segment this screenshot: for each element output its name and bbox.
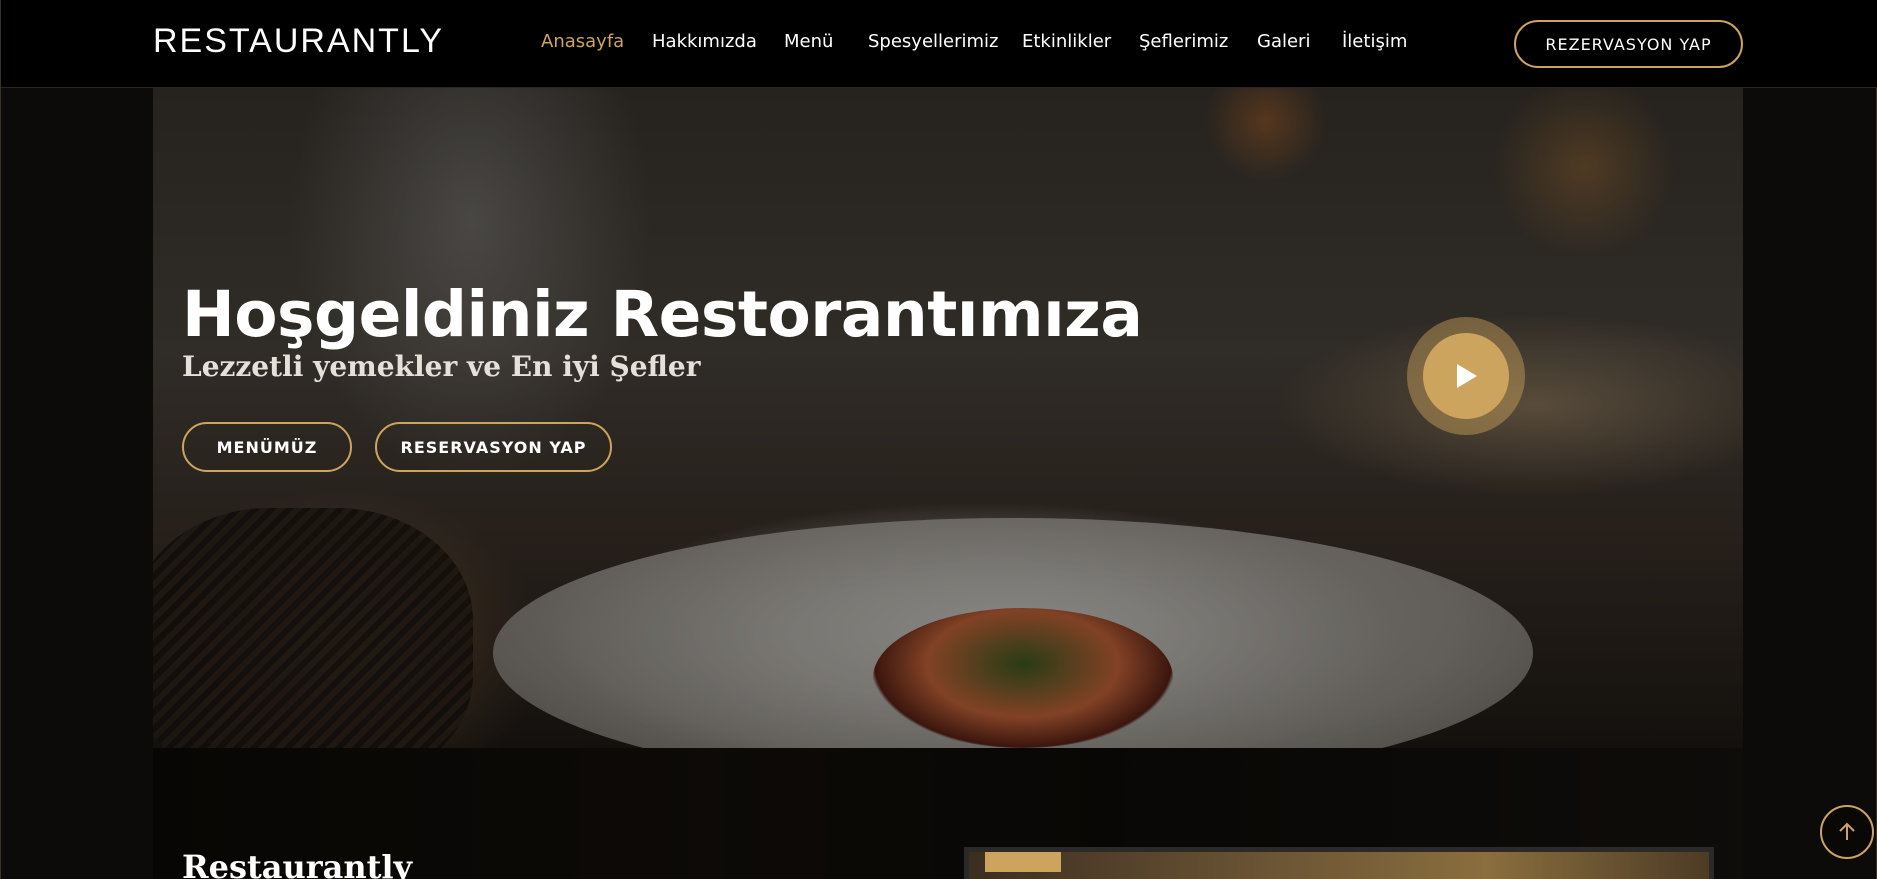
arrow-up-icon	[1839, 822, 1855, 840]
our-menu-button[interactable]: MENÜMÜZ	[182, 422, 352, 472]
about-image-badge	[985, 852, 1061, 872]
about-title: Restaurantly	[182, 848, 413, 879]
reservation-button[interactable]: RESERVASYON YAP	[375, 422, 612, 472]
hero-subtitle: Lezzetli yemekler ve En iyi Şefler	[182, 350, 701, 383]
site-header: RESTAURANTLY Anasayfa Hakkımızda Menü Sp…	[1, 0, 1877, 88]
back-to-top-button[interactable]	[1820, 805, 1874, 859]
about-image	[964, 847, 1714, 879]
play-icon	[1457, 364, 1477, 388]
nav-item-contact[interactable]: İletişim	[1342, 31, 1407, 52]
nav-item-chefs[interactable]: Şeflerimiz	[1139, 31, 1228, 52]
book-table-button[interactable]: REZERVASYON YAP	[1514, 20, 1743, 68]
nav-item-about[interactable]: Hakkımızda	[652, 31, 757, 52]
play-button-inner[interactable]	[1423, 333, 1509, 419]
site-logo[interactable]: RESTAURANTLY	[153, 22, 444, 61]
nav-item-gallery[interactable]: Galeri	[1257, 31, 1310, 52]
about-section: Restaurantly	[153, 748, 1743, 879]
hero-title: Hoşgeldiniz Restorantımıza	[182, 278, 1143, 351]
play-video-button[interactable]	[1407, 317, 1525, 435]
nav-item-events[interactable]: Etkinlikler	[1022, 31, 1111, 52]
nav-item-menu[interactable]: Menü	[784, 31, 833, 52]
nav-item-specials[interactable]: Spesyellerimiz	[868, 31, 999, 52]
nav-item-home[interactable]: Anasayfa	[541, 31, 624, 52]
hero-section: Hoşgeldiniz Restorantımıza Lezzetli yeme…	[153, 88, 1743, 748]
